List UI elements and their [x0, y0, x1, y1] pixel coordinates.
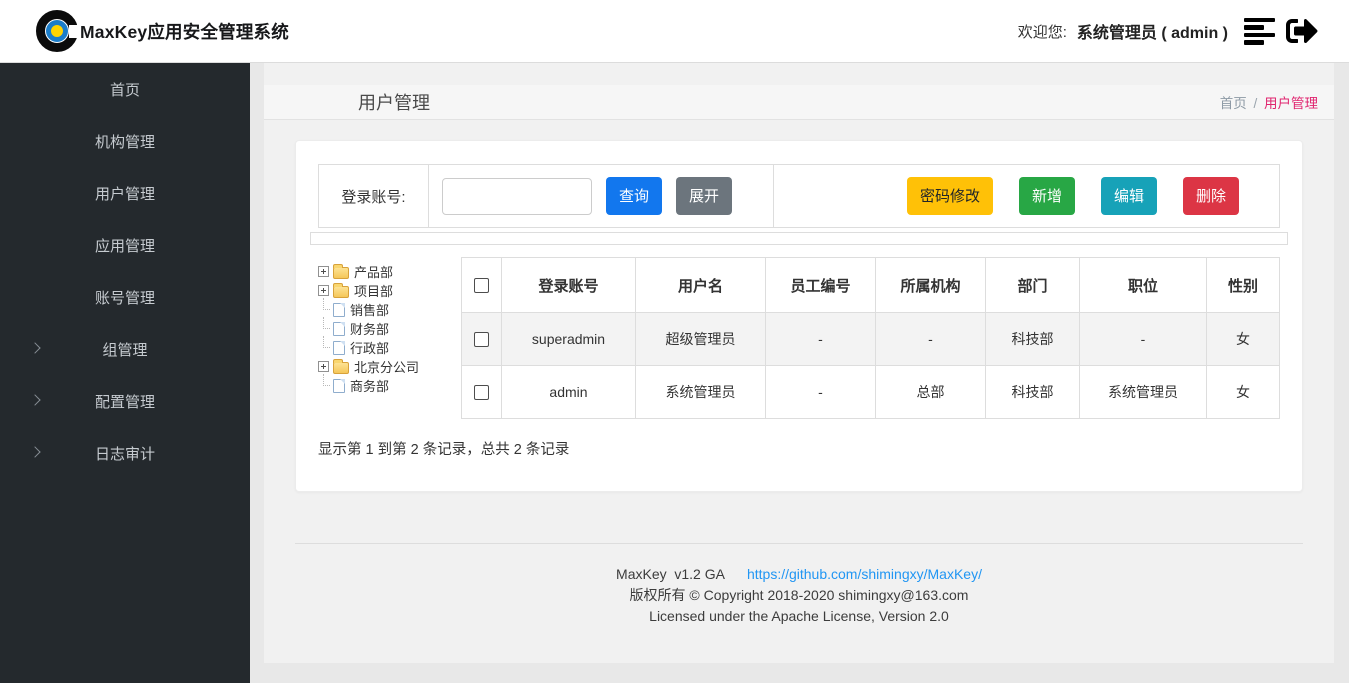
folder-icon — [333, 362, 349, 374]
tree-node-sales[interactable]: 销售部 — [318, 300, 461, 319]
query-button[interactable]: 查询 — [606, 177, 662, 215]
table-toolbar-strip — [310, 232, 1288, 245]
col-position: 职位 — [1080, 258, 1207, 313]
bar — [1244, 18, 1275, 23]
tree-expand-icon[interactable] — [318, 266, 329, 277]
sidebar-item-group-management[interactable]: 组管理 — [0, 323, 250, 375]
tree-connector — [318, 380, 329, 391]
footer-divider — [295, 543, 1303, 544]
breadcrumb-separator: / — [1253, 96, 1257, 111]
table-row[interactable]: superadmin 超级管理员 - - 科技部 - 女 — [462, 313, 1280, 366]
sidebar-item-app-management[interactable]: 应用管理 — [0, 219, 250, 271]
sidebar: 首页 机构管理 用户管理 应用管理 账号管理 组管理 配置管理 日志审计 — [0, 63, 250, 683]
row-checkbox[interactable] — [474, 332, 489, 347]
logout-icon[interactable] — [1283, 15, 1321, 47]
users-table-wrap: 登录账号 用户名 员工编号 所属机构 部门 职位 性别 — [461, 257, 1280, 419]
document-icon — [333, 303, 345, 317]
col-username: 用户名 — [636, 258, 766, 313]
tree-and-table: 产品部 项目部 销售部 — [318, 257, 1280, 419]
maxkey-logo-icon — [36, 10, 78, 52]
breadcrumb: 首页 / 用户管理 — [1220, 92, 1318, 112]
user-area: 欢迎您: 系统管理员 ( admin ) — [1018, 15, 1321, 47]
bar — [1244, 40, 1264, 45]
document-icon — [333, 379, 345, 393]
main-area: 用户管理 首页 / 用户管理 登录账号: 查询 展开 — [250, 63, 1349, 683]
tree-node-admin-dept[interactable]: 行政部 — [318, 338, 461, 357]
chevron-right-icon — [29, 394, 40, 405]
edit-button[interactable]: 编辑 — [1101, 177, 1157, 215]
logo-notch — [69, 25, 80, 38]
content-wrapper: 用户管理 首页 / 用户管理 登录账号: 查询 展开 — [264, 63, 1334, 663]
sidebar-item-org-management[interactable]: 机构管理 — [0, 115, 250, 167]
breadcrumb-current: 用户管理 — [1264, 96, 1318, 111]
tree-node-project[interactable]: 项目部 — [318, 281, 461, 300]
tree-node-beijing-branch[interactable]: 北京分公司 — [318, 357, 461, 376]
users-table: 登录账号 用户名 员工编号 所属机构 部门 职位 性别 — [461, 257, 1280, 419]
chevron-right-icon — [29, 446, 40, 457]
tree-node-finance[interactable]: 财务部 — [318, 319, 461, 338]
col-login-account: 登录账号 — [502, 258, 636, 313]
tree-connector — [318, 323, 329, 334]
tree-node-business[interactable]: 商务部 — [318, 376, 461, 395]
table-header-row: 登录账号 用户名 员工编号 所属机构 部门 职位 性别 — [462, 258, 1280, 313]
maxkey-admin-screen: MaxKey应用安全管理系统 欢迎您: 系统管理员 ( admin ) 首页 机… — [0, 0, 1349, 683]
select-all-checkbox[interactable] — [474, 278, 489, 293]
row-checkbox[interactable] — [474, 385, 489, 400]
footer-version-line: MaxKey v1.2 GA https://github.com/shiming… — [264, 564, 1334, 585]
app-header: MaxKey应用安全管理系统 欢迎您: 系统管理员 ( admin ) — [0, 0, 1349, 63]
bar — [1244, 25, 1264, 30]
col-employee-id: 员工编号 — [766, 258, 876, 313]
org-tree: 产品部 项目部 销售部 — [318, 257, 461, 419]
expand-button[interactable]: 展开 — [676, 177, 732, 215]
folder-icon — [333, 267, 349, 279]
chevron-right-icon — [29, 342, 40, 353]
current-user-label: 系统管理员 ( admin ) — [1077, 19, 1228, 43]
sidebar-item-config-management[interactable]: 配置管理 — [0, 375, 250, 427]
sidebar-item-home[interactable]: 首页 — [0, 63, 250, 115]
document-icon — [333, 322, 345, 336]
tree-connector — [318, 304, 329, 315]
table-row[interactable]: admin 系统管理员 - 总部 科技部 系统管理员 女 — [462, 366, 1280, 419]
breadcrumb-home-link[interactable]: 首页 — [1220, 96, 1247, 111]
footer-version: MaxKey v1.2 GA — [616, 566, 725, 582]
bar — [1244, 33, 1275, 38]
logo-inner-ring — [46, 20, 68, 42]
action-buttons: 密码修改 新增 编辑 删除 — [774, 165, 1279, 227]
menu-list-icon[interactable] — [1244, 16, 1275, 46]
sidebar-item-log-audit[interactable]: 日志审计 — [0, 427, 250, 479]
content-card: 登录账号: 查询 展开 密码修改 新增 编辑 删除 — [295, 140, 1303, 492]
pagination-summary: 显示第 1 到第 2 条记录，总共 2 条记录 — [318, 438, 1280, 459]
footer: MaxKey v1.2 GA https://github.com/shiming… — [264, 564, 1334, 627]
brand[interactable]: MaxKey应用安全管理系统 — [36, 10, 289, 52]
tree-expand-icon[interactable] — [318, 285, 329, 296]
login-account-label: 登录账号: — [319, 165, 429, 227]
page-title: 用户管理 — [358, 89, 430, 115]
col-department: 部门 — [986, 258, 1080, 313]
welcome-label: 欢迎您: — [1018, 21, 1067, 42]
add-button[interactable]: 新增 — [1019, 177, 1075, 215]
login-account-input[interactable] — [442, 178, 592, 215]
change-password-button[interactable]: 密码修改 — [907, 177, 993, 215]
tree-expand-icon[interactable] — [318, 361, 329, 372]
sidebar-item-account-management[interactable]: 账号管理 — [0, 271, 250, 323]
document-icon — [333, 341, 345, 355]
sidebar-item-user-management[interactable]: 用户管理 — [0, 167, 250, 219]
header-icons — [1244, 15, 1321, 47]
search-fields: 查询 展开 — [429, 165, 774, 227]
delete-button[interactable]: 删除 — [1183, 177, 1239, 215]
col-gender: 性别 — [1207, 258, 1280, 313]
footer-license: Licensed under the Apache License, Versi… — [264, 606, 1334, 627]
tree-connector — [318, 342, 329, 353]
page-titlebar: 用户管理 首页 / 用户管理 — [264, 85, 1334, 120]
folder-icon — [333, 286, 349, 298]
col-organization: 所属机构 — [876, 258, 986, 313]
search-panel: 登录账号: 查询 展开 密码修改 新增 编辑 删除 — [318, 164, 1280, 228]
app-title: MaxKey应用安全管理系统 — [80, 19, 289, 44]
tree-node-product[interactable]: 产品部 — [318, 262, 461, 281]
github-link[interactable]: https://github.com/shimingxy/MaxKey/ — [747, 566, 982, 582]
footer-copyright: 版权所有 © Copyright 2018-2020 shimingxy@163… — [264, 585, 1334, 606]
